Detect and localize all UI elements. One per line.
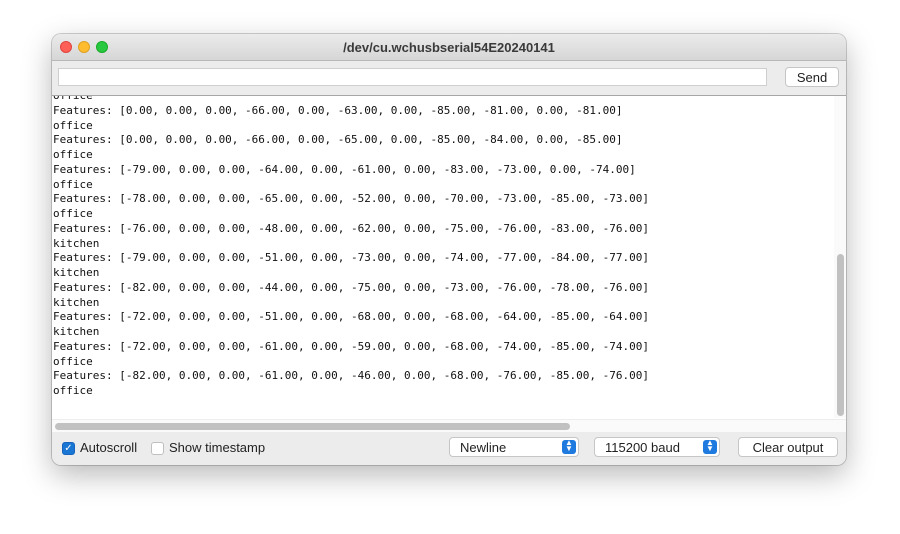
horizontal-scroll-thumb[interactable] [55, 423, 570, 430]
output-line: office [53, 384, 93, 397]
serial-output[interactable]: office Features: [0.00, 0.00, 0.00, -66.0… [52, 95, 846, 433]
autoscroll-label: Autoscroll [80, 440, 138, 455]
output-line: office [53, 177, 93, 191]
output-line: kitchen [53, 266, 100, 279]
show-timestamp-checkbox[interactable] [151, 442, 164, 455]
output-line: Features: [-72.00, 0.00, 0.00, -61.00, 0… [53, 339, 650, 353]
footer-controls: ✓ Autoscroll Show timestamp Newline ▲ ▼ 1… [52, 432, 846, 465]
output-line: Features: [-79.00, 0.00, 0.00, -51.00, 0… [53, 251, 650, 265]
line-ending-select[interactable]: Newline ▲ ▼ [449, 437, 579, 457]
output-line: Features: [-82.00, 0.00, 0.00, -44.00, 0… [53, 280, 650, 294]
horizontal-scrollbar[interactable] [52, 419, 846, 432]
autoscroll-checkbox[interactable]: ✓ [62, 442, 75, 455]
show-timestamp-label: Show timestamp [169, 440, 266, 455]
output-line: kitchen [53, 236, 100, 250]
clear-output-button[interactable]: Clear output [738, 437, 838, 457]
send-button[interactable]: Send [785, 67, 839, 87]
output-line: kitchen [53, 295, 100, 309]
chevron-updown-icon: ▲ ▼ [703, 439, 717, 454]
serial-monitor-window: /dev/cu.wchusbserial54E20240141 Send off… [52, 34, 846, 465]
send-row: Send [52, 61, 846, 94]
window-title: /dev/cu.wchusbserial54E20240141 [343, 40, 555, 55]
vertical-scrollbar[interactable] [834, 96, 846, 418]
message-input[interactable] [58, 68, 767, 86]
output-line: Features: [-72.00, 0.00, 0.00, -51.00, 0… [53, 310, 650, 324]
output-line: Features: [0.00, 0.00, 0.00, -66.00, 0.0… [53, 103, 623, 117]
output-log: office Features: [0.00, 0.00, 0.00, -66.0… [53, 95, 832, 399]
output-line: office [53, 95, 93, 102]
output-line: Features: [-79.00, 0.00, 0.00, -64.00, 0… [53, 162, 636, 176]
output-line: office [53, 118, 93, 132]
output-line: office [53, 207, 93, 220]
output-line: kitchen [53, 325, 100, 338]
output-line: Features: [-82.00, 0.00, 0.00, -61.00, 0… [53, 369, 650, 383]
line-ending-value: Newline [460, 440, 507, 455]
vertical-scroll-thumb[interactable] [837, 254, 844, 416]
checkmark-icon: ✓ [64, 443, 73, 454]
chevron-updown-icon: ▲ ▼ [562, 439, 576, 454]
baud-rate-select[interactable]: 115200 baud ▲ ▼ [594, 437, 720, 457]
baud-rate-value: 115200 baud [605, 440, 680, 455]
output-line: office [53, 148, 93, 161]
output-line: Features: [-78.00, 0.00, 0.00, -65.00, 0… [53, 192, 650, 206]
output-line: Features: [-76.00, 0.00, 0.00, -48.00, 0… [53, 221, 650, 235]
output-line: office [53, 354, 93, 368]
title-bar[interactable]: /dev/cu.wchusbserial54E20240141 [52, 34, 846, 61]
output-line: Features: [0.00, 0.00, 0.00, -66.00, 0.0… [53, 133, 623, 147]
